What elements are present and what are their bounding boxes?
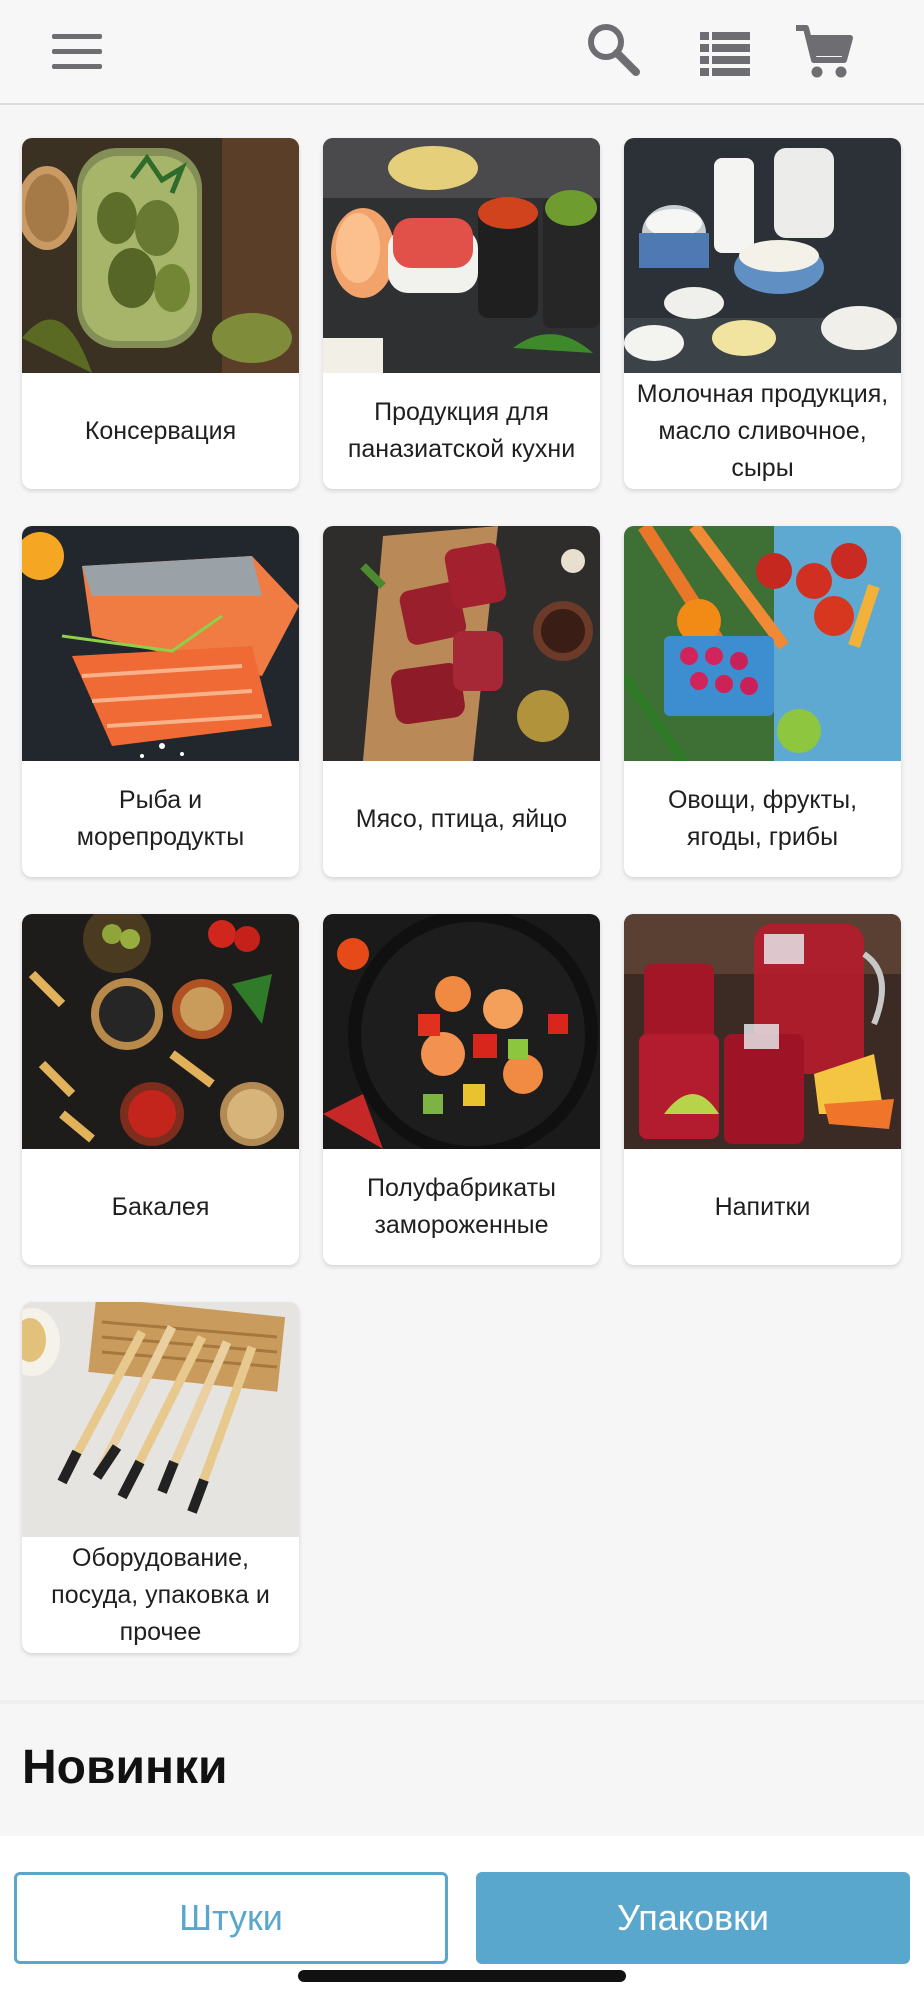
home-indicator: [298, 1970, 626, 1982]
category-card-fish[interactable]: Рыба и морепродукты: [22, 526, 299, 877]
category-image-meat: [323, 526, 600, 761]
section-divider: [0, 1700, 924, 1704]
category-grid: Консервация Продукция для паназиатской к…: [22, 138, 901, 1653]
list-view-icon[interactable]: [698, 22, 754, 80]
category-card-grocery[interactable]: Бакалея: [22, 914, 299, 1265]
top-bar: [0, 0, 924, 105]
category-card-frozen[interactable]: Полуфабрикаты замороженные: [323, 914, 600, 1265]
category-card-equipment[interactable]: Оборудование, посуда, упаковка и прочее: [22, 1302, 299, 1653]
cart-icon[interactable]: [792, 20, 856, 84]
category-label: Напитки: [714, 1192, 811, 1221]
category-card-panasian[interactable]: Продукция для паназиатской кухни: [323, 138, 600, 489]
category-card-vegetables[interactable]: Овощи, фрукты, ягоды, грибы: [624, 526, 901, 877]
category-image-sushi: [323, 138, 600, 373]
category-image-shrimp-pan: [323, 914, 600, 1149]
category-label: Мясо, птица, яйцо: [355, 804, 568, 833]
category-image-vegetables: [624, 526, 901, 761]
category-label: Продукция для паназиатской кухни: [347, 398, 576, 463]
packs-toggle-button[interactable]: Упаковки: [476, 1872, 910, 1964]
category-image-pickles: [22, 138, 299, 373]
category-image-dairy: [624, 138, 901, 373]
category-label: Бакалея: [111, 1192, 210, 1221]
category-image-drinks: [624, 914, 901, 1149]
category-card-dairy[interactable]: Молочная продукция, масло сливочное, сыр…: [624, 138, 901, 489]
category-card-drinks[interactable]: Напитки: [624, 914, 901, 1265]
category-label: Овощи, фрукты, ягоды, грибы: [667, 786, 858, 851]
category-image-salmon: [22, 526, 299, 761]
category-card-meat[interactable]: Мясо, птица, яйцо: [323, 526, 600, 877]
category-label: Рыба и морепродукты: [76, 786, 245, 851]
category-card-conservation[interactable]: Консервация: [22, 138, 299, 489]
category-label: Молочная продукция, масло сливочное, сыр…: [636, 379, 889, 482]
category-image-chopsticks: [22, 1302, 299, 1537]
search-icon[interactable]: [584, 20, 644, 80]
category-label: Полуфабрикаты замороженные: [366, 1174, 557, 1239]
category-label: Оборудование, посуда, упаковка и прочее: [51, 1543, 270, 1646]
category-image-grocery: [22, 914, 299, 1149]
pieces-toggle-button[interactable]: Штуки: [14, 1872, 448, 1964]
category-label: Консервация: [84, 416, 237, 445]
hamburger-menu-icon[interactable]: [50, 30, 106, 74]
new-items-heading: Новинки: [22, 1741, 228, 1794]
